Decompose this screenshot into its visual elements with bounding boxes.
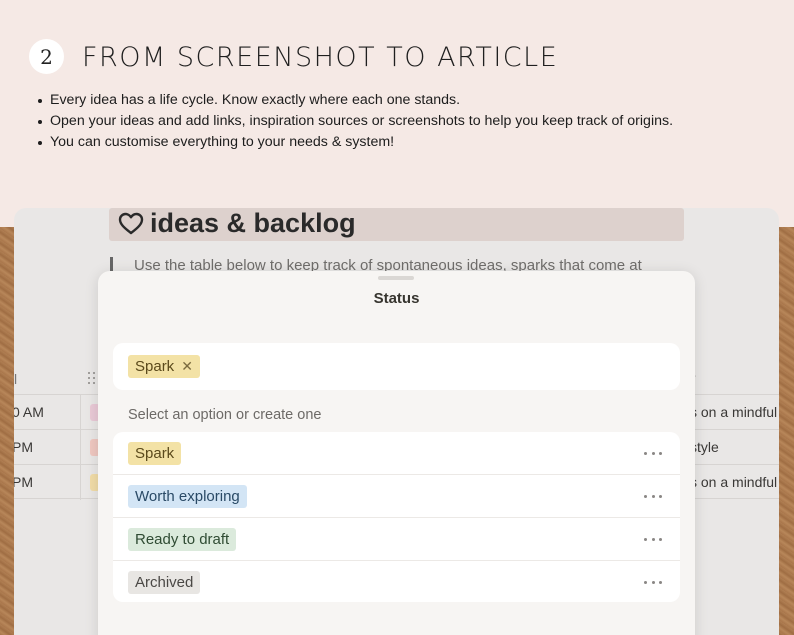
more-options-icon[interactable] [644, 487, 662, 505]
tag-label: Spark [135, 358, 175, 375]
column-divider [80, 465, 81, 500]
option-label: Worth exploring [128, 485, 247, 508]
heart-icon [118, 212, 144, 235]
step-number-badge: 2 [29, 39, 64, 74]
option-worth-exploring[interactable]: Worth exploring [113, 475, 680, 518]
column-divider [80, 395, 81, 430]
column-divider [80, 430, 81, 465]
feature-bullets: Every idea has a life cycle. Know exactl… [36, 90, 673, 153]
option-archived[interactable]: Archived [113, 561, 680, 602]
step-number: 2 [40, 44, 53, 69]
bullet-item: Every idea has a life cycle. Know exactl… [36, 90, 673, 111]
page-title: ideas & backlog [150, 208, 356, 238]
status-popup: Status Spark ✕ Select an option or creat… [98, 271, 695, 635]
more-options-icon[interactable] [644, 573, 662, 591]
table-cell-time: 0 AM [14, 404, 44, 420]
bullet-item: You can customise everything to your nee… [36, 132, 673, 153]
option-label: Ready to draft [128, 528, 237, 551]
option-ready-to-draft[interactable]: Ready to draft [113, 518, 680, 561]
table-cell-desc: s on a mindful [690, 474, 778, 490]
close-icon[interactable]: ✕ [181, 358, 193, 375]
options-list: Spark Worth exploring Ready to draft Arc… [113, 432, 680, 602]
headline: FROM SCREENSHOT TO ARTICLE [82, 42, 559, 73]
table-header-fragment: l [14, 371, 18, 387]
option-spark[interactable]: Spark [113, 432, 680, 475]
drag-handle[interactable] [378, 276, 414, 280]
selected-tag-spark[interactable]: Spark ✕ [128, 355, 200, 378]
bullet-item: Open your ideas and add links, inspirati… [36, 111, 673, 132]
option-label: Archived [128, 571, 201, 594]
selected-options-field[interactable]: Spark ✕ [113, 343, 680, 390]
option-hint: Select an option or create one [128, 407, 322, 423]
more-options-icon[interactable] [644, 444, 662, 462]
table-cell-desc: s on a mindful [690, 404, 778, 420]
option-label: Spark [128, 442, 182, 465]
table-cell-time: PM [14, 439, 33, 455]
drag-grip-icon[interactable] [88, 372, 98, 386]
table-cell-time: PM [14, 474, 33, 490]
popup-title: Status [373, 290, 420, 307]
more-options-icon[interactable] [644, 530, 662, 548]
